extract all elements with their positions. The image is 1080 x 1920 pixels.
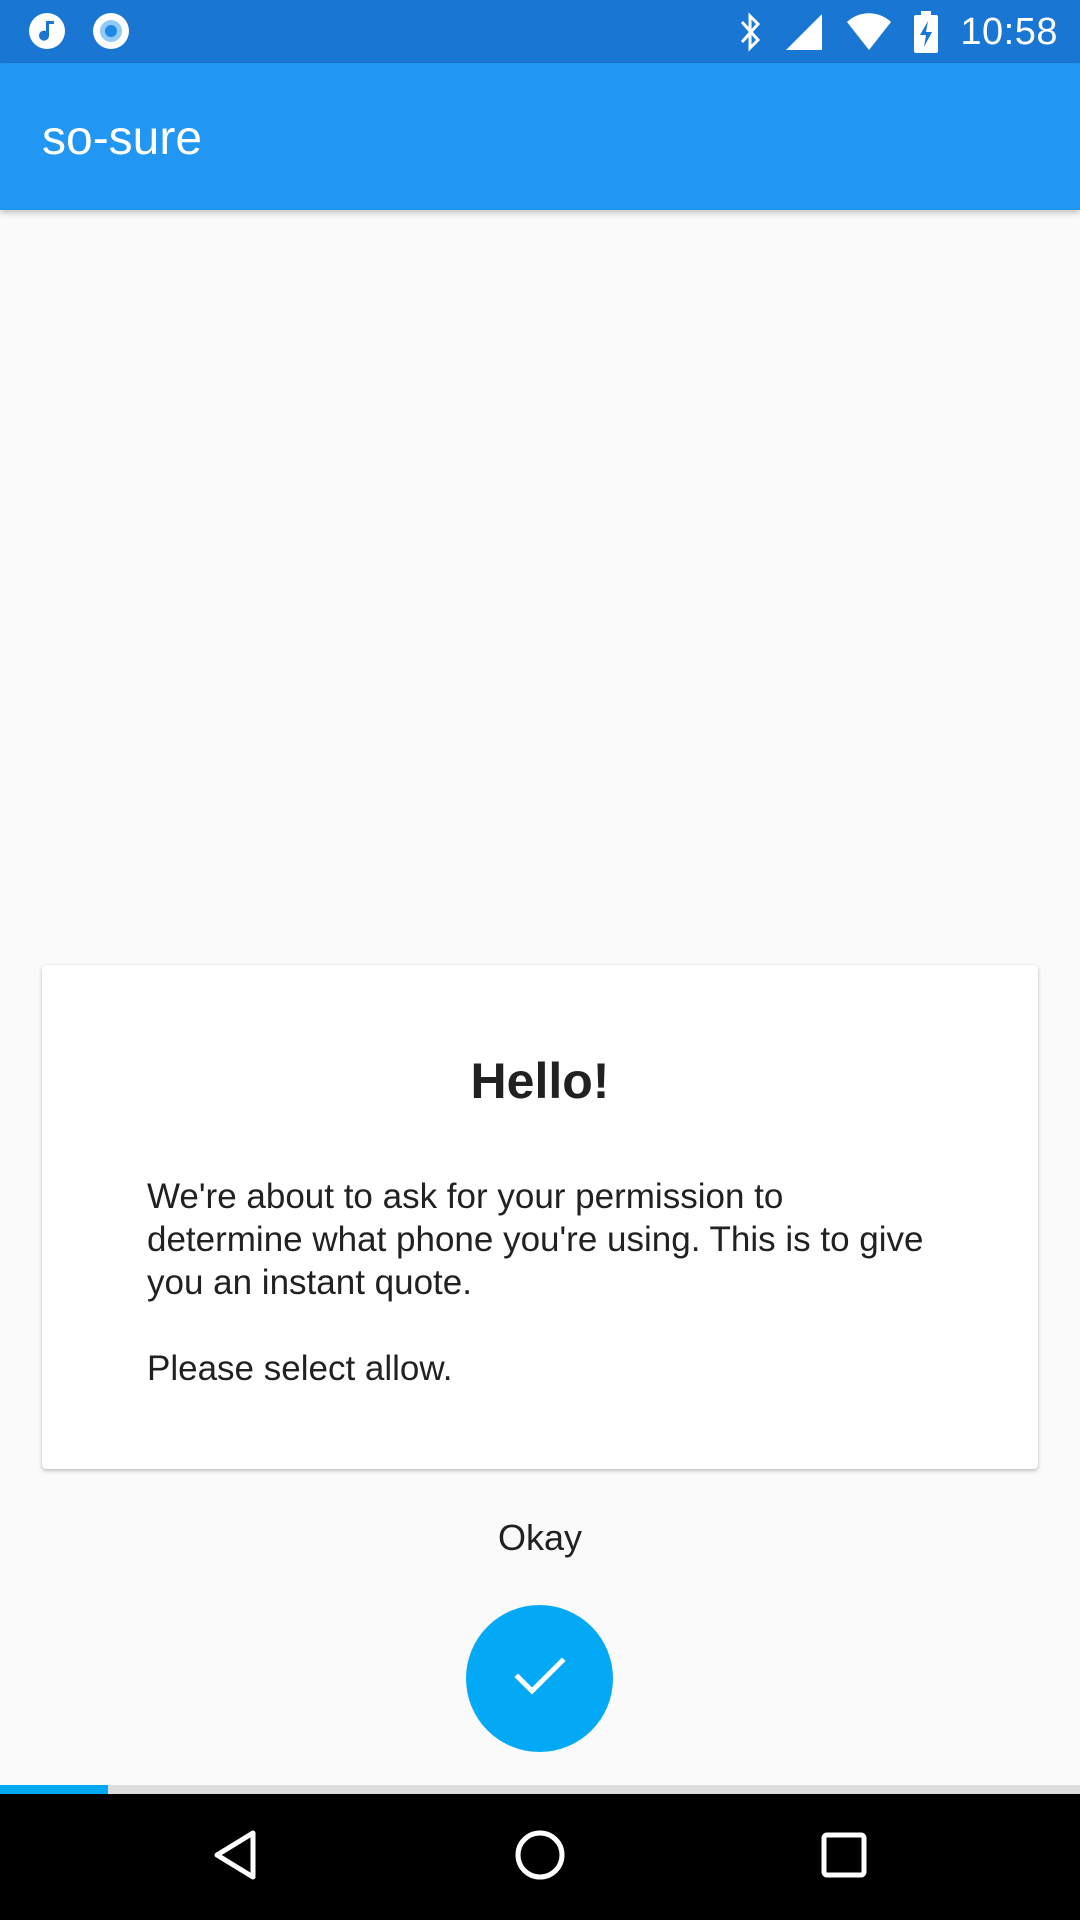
nav-bar (0, 1794, 1080, 1920)
recents-button[interactable] (814, 1827, 874, 1887)
cell-signal-icon (784, 12, 824, 52)
home-icon (513, 1828, 567, 1887)
battery-charging-icon (914, 11, 939, 53)
app-title: so-sure (42, 112, 203, 165)
card-body: We're about to ask for your permission t… (147, 1175, 947, 1390)
status-right-icons: 10:58 (738, 8, 1058, 56)
status-left-icons (28, 12, 130, 50)
home-button[interactable] (510, 1827, 570, 1887)
check-icon (512, 1654, 568, 1703)
card-title: Hello! (470, 1053, 610, 1109)
status-time: 10:58 (960, 10, 1058, 53)
recents-icon (820, 1831, 868, 1884)
back-button[interactable] (206, 1827, 266, 1887)
card-body-instruction: Please select allow. (147, 1349, 453, 1388)
wifi-icon (846, 12, 892, 52)
progress-bar (0, 1785, 1080, 1794)
status-bar: 10:58 (0, 0, 1080, 63)
okay-button[interactable] (466, 1605, 613, 1752)
progress-fill (0, 1785, 108, 1794)
card-body-text: We're about to ask for your permission t… (147, 1177, 924, 1302)
okay-label: Okay (497, 1517, 583, 1558)
app-bar: so-sure (0, 63, 1080, 210)
music-note-icon (28, 12, 66, 50)
record-icon (92, 12, 130, 50)
bluetooth-icon (738, 12, 762, 52)
screen: 10:58 so-sure Hello! We're about to ask … (0, 0, 1080, 1920)
permission-card: Hello! We're about to ask for your permi… (42, 965, 1038, 1469)
back-icon (213, 1829, 259, 1886)
